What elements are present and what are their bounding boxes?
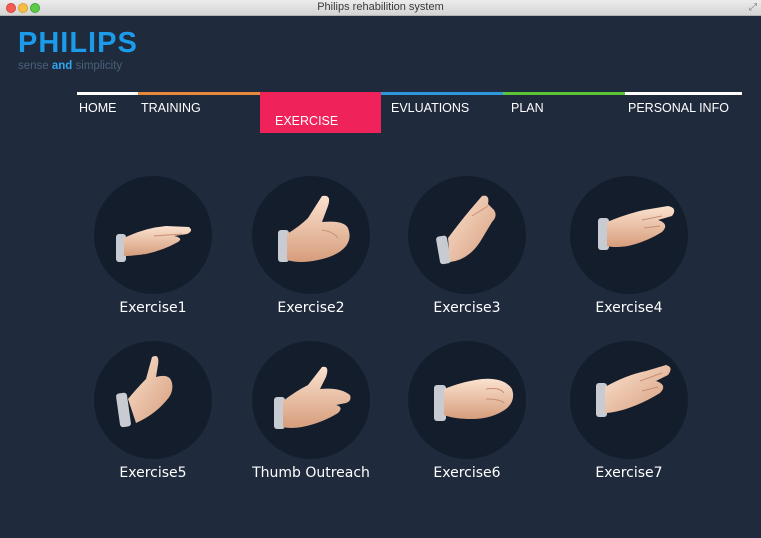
tagline-and: and (51, 60, 73, 72)
exercise-tile-7[interactable]: Exercise6 (387, 341, 547, 491)
exercise-tile-1[interactable]: Exercise1 (73, 176, 233, 326)
exercise-label: Exercise6 (433, 465, 501, 481)
pinch-hand-icon (598, 206, 675, 250)
flat-hand-icon (116, 226, 192, 262)
exercise-label: Exercise3 (433, 300, 501, 316)
philips-logo: PHILIPS sense and simplicity (18, 27, 138, 73)
exercise-label: Exercise4 (595, 300, 663, 316)
nav-evaluations-label: EVLUATIONS (391, 101, 470, 115)
exercise-tile-6[interactable]: Thumb Outreach (231, 341, 391, 491)
tagline-simplicity: simplicity (75, 60, 123, 72)
exercise-label: Thumb Outreach (252, 465, 370, 481)
exercise-tile-3[interactable]: Exercise3 (387, 176, 547, 326)
nav-personal-info-label: PERSONAL INFO (628, 101, 729, 115)
nav-exercise-label: EXERCISE (275, 114, 339, 128)
nav-plan-label: PLAN (511, 101, 544, 115)
nav-home-bar (77, 92, 138, 95)
exercise-tile-8[interactable]: Exercise7 (549, 341, 709, 491)
nav-training-bar (138, 92, 260, 95)
thumb-fist-hand-icon (116, 356, 173, 428)
thumb-outreach-hand-icon (274, 366, 351, 429)
exercise-label: Exercise2 (277, 300, 345, 316)
exercise-label: Exercise1 (119, 300, 187, 316)
exercise-label: Exercise5 (119, 465, 187, 481)
brand-tagline: sense and simplicity (18, 60, 138, 72)
nav-training[interactable]: TRAINING (138, 92, 260, 124)
exercise-tile-4[interactable]: Exercise4 (549, 176, 709, 326)
raised-hand-icon (436, 195, 496, 265)
exercise-label: Exercise7 (595, 465, 663, 481)
exercise-tile-5[interactable]: Exercise5 (73, 341, 233, 491)
brand-name: PHILIPS (18, 27, 138, 59)
nav-evaluations[interactable]: EVLUATIONS (381, 92, 503, 124)
fist-hand-icon (434, 378, 514, 421)
finger-curl-hand-icon (596, 365, 671, 417)
exercise-tile-2[interactable]: Exercise2 (231, 176, 391, 326)
tagline-sense: sense (18, 60, 49, 72)
window-title: Philips rehabilition system (317, 1, 444, 13)
nav-personal-info-bar (625, 92, 742, 95)
nav-exercise[interactable]: EXERCISE (260, 92, 381, 133)
nav-personal-info[interactable]: PERSONAL INFO (625, 92, 742, 124)
nav-home-label: HOME (79, 101, 117, 115)
nav-training-label: TRAINING (141, 101, 201, 115)
thumbs-up-hand-icon (278, 195, 350, 262)
nav-plan-bar (503, 92, 625, 95)
nav-evaluations-bar (381, 92, 503, 95)
window-titlebar: Philips rehabilition system ⤢ (0, 0, 761, 16)
main-navigation: HOME TRAINING EXERCISE EVLUATIONS PLAN P… (0, 92, 761, 140)
nav-plan[interactable]: PLAN (503, 92, 625, 124)
nav-home[interactable]: HOME (77, 92, 138, 124)
fullscreen-icon[interactable]: ⤢ (749, 1, 757, 14)
